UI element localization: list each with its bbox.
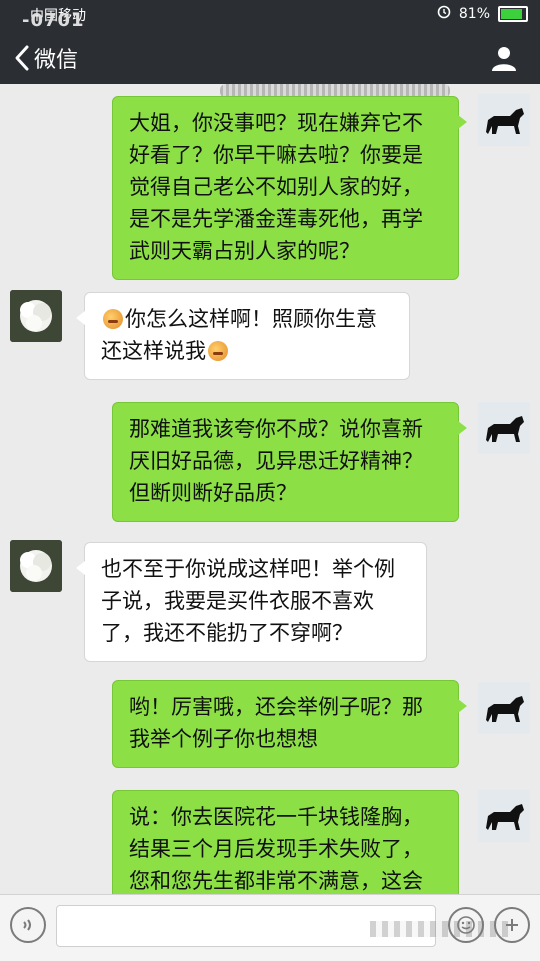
dog-avatar[interactable] <box>478 402 530 454</box>
flower-avatar[interactable] <box>10 290 62 342</box>
message-bubble-sent[interactable]: 哟！厉害哦，还会举例子呢？那我举个例子你也想想 <box>112 680 467 768</box>
voice-icon <box>23 919 31 931</box>
back-label: 微信 <box>34 48 79 73</box>
top-bar: 中国移动 -0701 81% 微信 <box>0 0 540 84</box>
status-right: 81% <box>437 5 528 23</box>
angry-emoji-icon <box>208 341 228 361</box>
profile-icon[interactable] <box>490 44 518 76</box>
angry-emoji-icon <box>103 309 123 329</box>
message-bubble-received[interactable]: 也不至于你说成这样吧！举个例子说，我要是买件衣服不喜欢了，我还不能扔了不穿啊？ <box>76 542 427 662</box>
plus-icon <box>506 919 518 931</box>
back-button[interactable]: 微信 <box>14 42 78 74</box>
message-bubble-received[interactable]: 你怎么这样啊！照顾你生意还这样说我 <box>76 292 410 380</box>
battery-icon <box>498 6 528 22</box>
watermark-blur <box>370 921 510 937</box>
message-bubble-sent[interactable]: 那难道我该夸你不成？说你喜新厌旧好品德，见异思迁好精神？但断则断好品质？ <box>112 402 467 522</box>
message-text: 你怎么这样啊！照顾你生意还这样说我 <box>101 307 377 363</box>
flower-avatar[interactable] <box>10 540 62 592</box>
nav-bar: 微信 <box>0 34 540 84</box>
add-button[interactable] <box>494 907 530 943</box>
smiley-icon <box>457 916 475 934</box>
chat-area[interactable]: 大姐，你没事吧？现在嫌弃它不好看了？你早干嘛去啦？你要是觉得自己老公不如别人家的… <box>0 84 540 894</box>
input-bar <box>0 894 540 961</box>
dog-avatar[interactable] <box>478 682 530 734</box>
battery-percent: 81% <box>458 6 490 22</box>
message-bubble-sent[interactable]: 说：你去医院花一千块钱隆胸，结果三个月后发现手术失败了，您和您先生都非常不满意，… <box>112 790 459 894</box>
alarm-icon <box>437 5 451 23</box>
voice-button[interactable] <box>10 907 46 943</box>
message-bubble-sent[interactable]: 大姐，你没事吧？现在嫌弃它不好看了？你早干嘛去啦？你要是觉得自己老公不如别人家的… <box>112 96 467 280</box>
chevron-left-icon <box>15 45 29 71</box>
dog-avatar[interactable] <box>478 94 530 146</box>
watermark-text: -0701 <box>22 10 85 31</box>
emoji-button[interactable] <box>448 907 484 943</box>
dog-avatar[interactable] <box>478 790 530 842</box>
status-bar: 中国移动 -0701 81% <box>0 0 540 31</box>
